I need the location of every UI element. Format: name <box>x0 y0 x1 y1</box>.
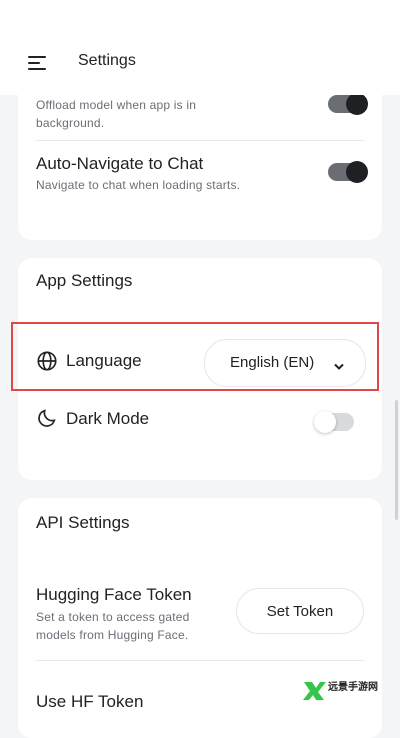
use-hf-token-title: Use HF Token <box>36 692 144 711</box>
divider <box>36 660 364 661</box>
divider <box>36 140 364 141</box>
watermark-icon <box>303 682 326 700</box>
chevron-down-icon <box>333 358 345 376</box>
offload-description: Offload model when app is in background. <box>36 98 197 130</box>
watermark-text: 远景手游网 <box>328 682 378 693</box>
scrollbar[interactable] <box>395 400 398 520</box>
dark-mode-label: Dark Mode <box>66 409 150 428</box>
hf-token-description: Set a token to access gated models from … <box>36 610 190 642</box>
api-settings-title: API Settings <box>36 513 130 532</box>
auto-navigate-toggle[interactable] <box>328 161 368 183</box>
offload-toggle[interactable] <box>328 93 368 115</box>
app-settings-title: App Settings <box>36 271 133 290</box>
watermark-logo: 远景手游网 <box>300 676 400 712</box>
page-title: Settings <box>78 52 136 69</box>
app-settings-card: App Settings Language English (EN) Dark … <box>18 258 382 480</box>
app-header: Settings <box>0 0 400 95</box>
menu-icon[interactable] <box>26 54 48 72</box>
language-value: English (EN) <box>230 354 315 371</box>
auto-navigate-description: Navigate to chat when loading starts. <box>36 178 241 192</box>
dark-mode-toggle[interactable] <box>314 411 354 433</box>
language-label: Language <box>66 351 142 370</box>
globe-icon <box>36 350 58 372</box>
toggle-knob <box>314 411 336 433</box>
hf-token-title: Hugging Face Token <box>36 585 192 604</box>
auto-navigate-title: Auto-Navigate to Chat <box>36 154 204 173</box>
toggle-knob <box>346 93 368 115</box>
language-dropdown[interactable]: English (EN) <box>204 339 366 387</box>
moon-icon <box>36 407 58 429</box>
set-token-button[interactable]: Set Token <box>236 588 364 634</box>
toggle-knob <box>346 161 368 183</box>
